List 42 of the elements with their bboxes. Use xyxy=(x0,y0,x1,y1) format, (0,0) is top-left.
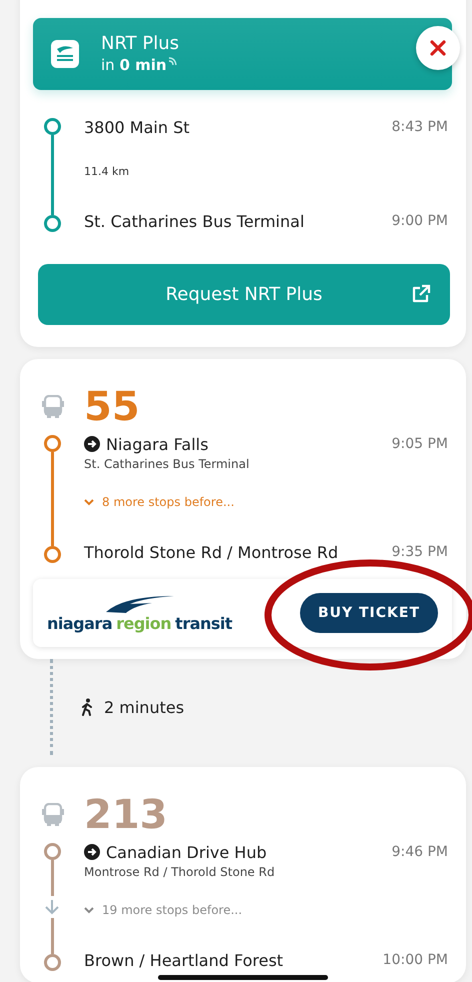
stop-time: 9:00 PM xyxy=(392,213,448,229)
headsign: Niagara Falls xyxy=(106,434,208,454)
arrival-time: 10:00 PM xyxy=(382,952,448,968)
down-arrow-icon xyxy=(44,899,60,915)
operator-logo: niagara region transit xyxy=(47,614,232,632)
distance-text: 11.4 km xyxy=(84,165,130,178)
bus-icon xyxy=(42,395,64,419)
stop-name: St. Catharines Bus Terminal xyxy=(84,212,304,230)
eta-text: in 0 min xyxy=(101,55,167,75)
route-number: 213 xyxy=(84,793,168,837)
chevron-down-icon xyxy=(84,498,94,506)
stop-marker xyxy=(44,954,60,971)
stop-marker xyxy=(44,546,60,563)
departure-time: 9:05 PM xyxy=(392,436,448,452)
headsign: Canadian Drive Hub xyxy=(106,842,267,862)
external-link-icon xyxy=(410,283,432,305)
close-button[interactable] xyxy=(416,26,460,70)
boarding-stop: St. Catharines Bus Terminal xyxy=(84,457,250,471)
buy-ticket-button[interactable]: BUY TICKET xyxy=(300,593,438,633)
stop-name: Brown / Heartland Forest xyxy=(84,950,284,970)
stop-name: Thorold Stone Rd / Montrose Rd xyxy=(84,542,338,562)
arrival-time: 9:35 PM xyxy=(392,544,448,560)
walking-person-icon xyxy=(80,698,94,716)
walk-duration: 2 minutes xyxy=(104,698,184,716)
stop-marker xyxy=(44,435,60,452)
stop-time: 8:43 PM xyxy=(392,119,448,135)
stop-name: 3800 Main St xyxy=(84,118,190,136)
chevron-down-icon xyxy=(84,906,94,914)
more-stops-toggle[interactable]: 8 more stops before... xyxy=(84,495,234,509)
live-signal-icon xyxy=(166,55,179,67)
route-line xyxy=(50,918,54,954)
close-icon xyxy=(429,39,447,57)
stop-marker xyxy=(44,215,60,232)
departure-time: 9:46 PM xyxy=(392,844,448,860)
bus-icon xyxy=(42,803,64,827)
transit-logo-icon xyxy=(51,40,79,68)
stop-marker xyxy=(44,843,60,860)
boarding-stop: Montrose Rd / Thorold Stone Rd xyxy=(84,865,276,879)
route-number: 55 xyxy=(84,385,140,429)
more-stops-toggle[interactable]: 19 more stops before... xyxy=(84,903,242,917)
service-title: NRT Plus xyxy=(101,33,180,55)
request-button[interactable]: Request NRT Plus xyxy=(38,264,450,325)
